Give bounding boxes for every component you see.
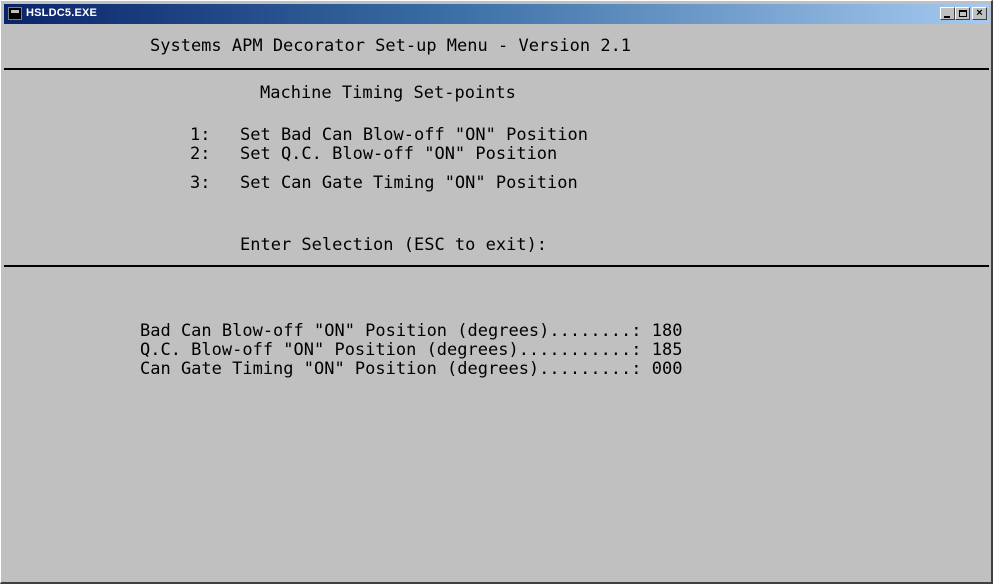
value-label: Q.C. Blow-off "ON" Position (degrees)...… [140, 340, 652, 360]
ms-dos-icon[interactable] [8, 7, 22, 20]
menu-header: Systems APM Decorator Set-up Menu - Vers… [150, 36, 632, 56]
value-label: Bad Can Blow-off "ON" Position (degrees)… [140, 321, 652, 341]
menu-item-1-label: Set Bad Can Blow-off "ON" Position [240, 125, 588, 145]
console-area[interactable]: Systems APM Decorator Set-up Menu - Vers… [4, 25, 989, 581]
minimize-button[interactable] [940, 7, 955, 20]
header-divider [4, 68, 989, 70]
close-button[interactable]: × [972, 7, 987, 20]
maximize-icon [959, 10, 967, 17]
value-label: Can Gate Timing "ON" Position (degrees).… [140, 359, 652, 379]
value-row-can-gate: Can Gate Timing "ON" Position (degrees).… [140, 359, 682, 379]
maximize-button[interactable] [955, 7, 970, 20]
close-icon: × [976, 7, 983, 19]
dos-window: HSLDC5.EXE × Systems APM Decorator Set-u… [0, 0, 993, 584]
value-number: 185 [651, 340, 683, 360]
menu-title: Machine Timing Set-points [260, 83, 516, 103]
value-number: 180 [651, 321, 683, 341]
value-row-bad-can: Bad Can Blow-off "ON" Position (degrees)… [140, 321, 682, 341]
menu-item-1-key: 1: [190, 125, 211, 145]
title-bar[interactable]: HSLDC5.EXE × [4, 4, 989, 24]
menu-item-3-key: 3: [190, 173, 211, 193]
menu-divider [4, 265, 989, 267]
value-number: 000 [651, 359, 683, 379]
selection-prompt[interactable]: Enter Selection (ESC to exit): [240, 235, 547, 255]
menu-item-2-key: 2: [190, 144, 211, 164]
menu-item-3-label: Set Can Gate Timing "ON" Position [240, 173, 578, 193]
value-row-qc: Q.C. Blow-off "ON" Position (degrees)...… [140, 340, 682, 360]
window-title: HSLDC5.EXE [26, 7, 98, 19]
menu-item-2-label: Set Q.C. Blow-off "ON" Position [240, 144, 558, 164]
minimize-icon [944, 16, 950, 18]
